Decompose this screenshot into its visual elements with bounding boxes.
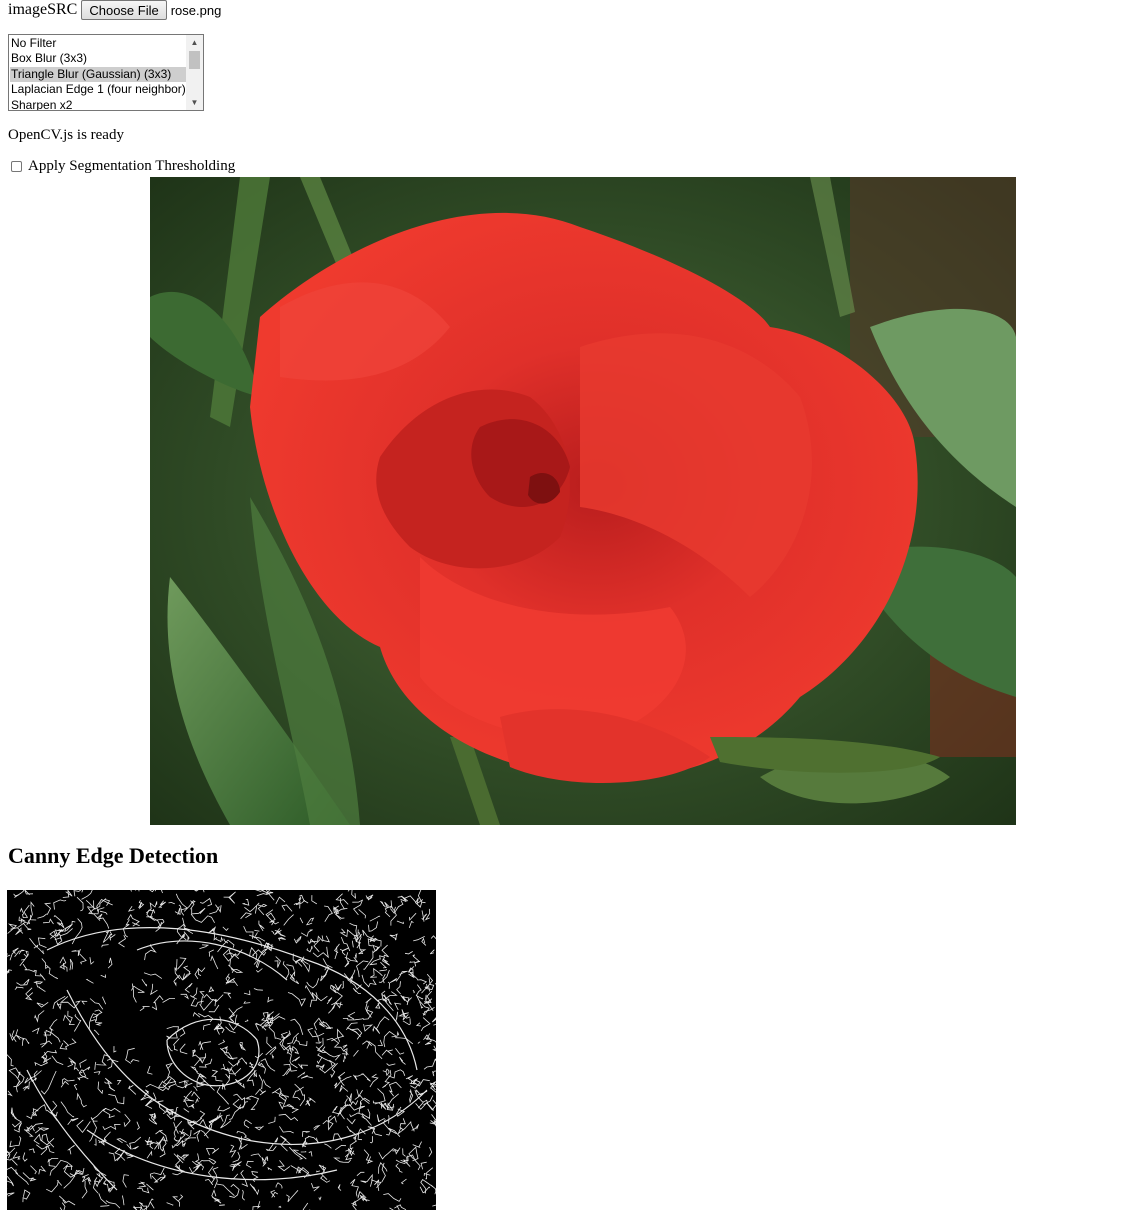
listbox-scrollbar[interactable]: ▲ ▼: [186, 35, 203, 110]
status-text: OpenCV.js is ready: [8, 127, 124, 143]
canny-edge-drawing: [7, 890, 436, 1210]
chevron-down-icon[interactable]: ▼: [186, 95, 203, 110]
file-input-label: imageSRC: [8, 1, 78, 18]
segmentation-checkbox[interactable]: [11, 161, 22, 172]
filter-option[interactable]: Box Blur (3x3): [10, 51, 187, 66]
filter-listbox[interactable]: No Filter Box Blur (3x3) Triangle Blur (Ga…: [8, 34, 204, 111]
selected-file-name: rose.png: [170, 2, 222, 18]
filter-option[interactable]: No Filter: [10, 36, 187, 51]
canny-heading: Canny Edge Detection: [8, 843, 219, 868]
segmentation-label[interactable]: Apply Segmentation Thresholding: [28, 158, 235, 175]
canny-edge-image: [7, 890, 436, 1210]
filter-options: No Filter Box Blur (3x3) Triangle Blur (Ga…: [10, 36, 187, 110]
source-image: [150, 177, 1016, 825]
choose-file-button[interactable]: Choose File: [81, 0, 167, 20]
scrollbar-thumb[interactable]: [189, 51, 200, 69]
page: imageSRC Choose File rose.png No Filter B…: [0, 0, 1132, 1228]
segmentation-option: Apply Segmentation Thresholding: [8, 158, 235, 175]
rose-photo: [150, 177, 1016, 825]
filter-option[interactable]: Sharpen x2: [10, 98, 187, 110]
chevron-up-icon[interactable]: ▲: [186, 35, 203, 50]
file-input-row: imageSRC Choose File rose.png: [8, 0, 221, 20]
filter-option[interactable]: Laplacian Edge 1 (four neighbor): [10, 82, 187, 97]
filter-option[interactable]: Triangle Blur (Gaussian) (3x3): [10, 66, 187, 83]
